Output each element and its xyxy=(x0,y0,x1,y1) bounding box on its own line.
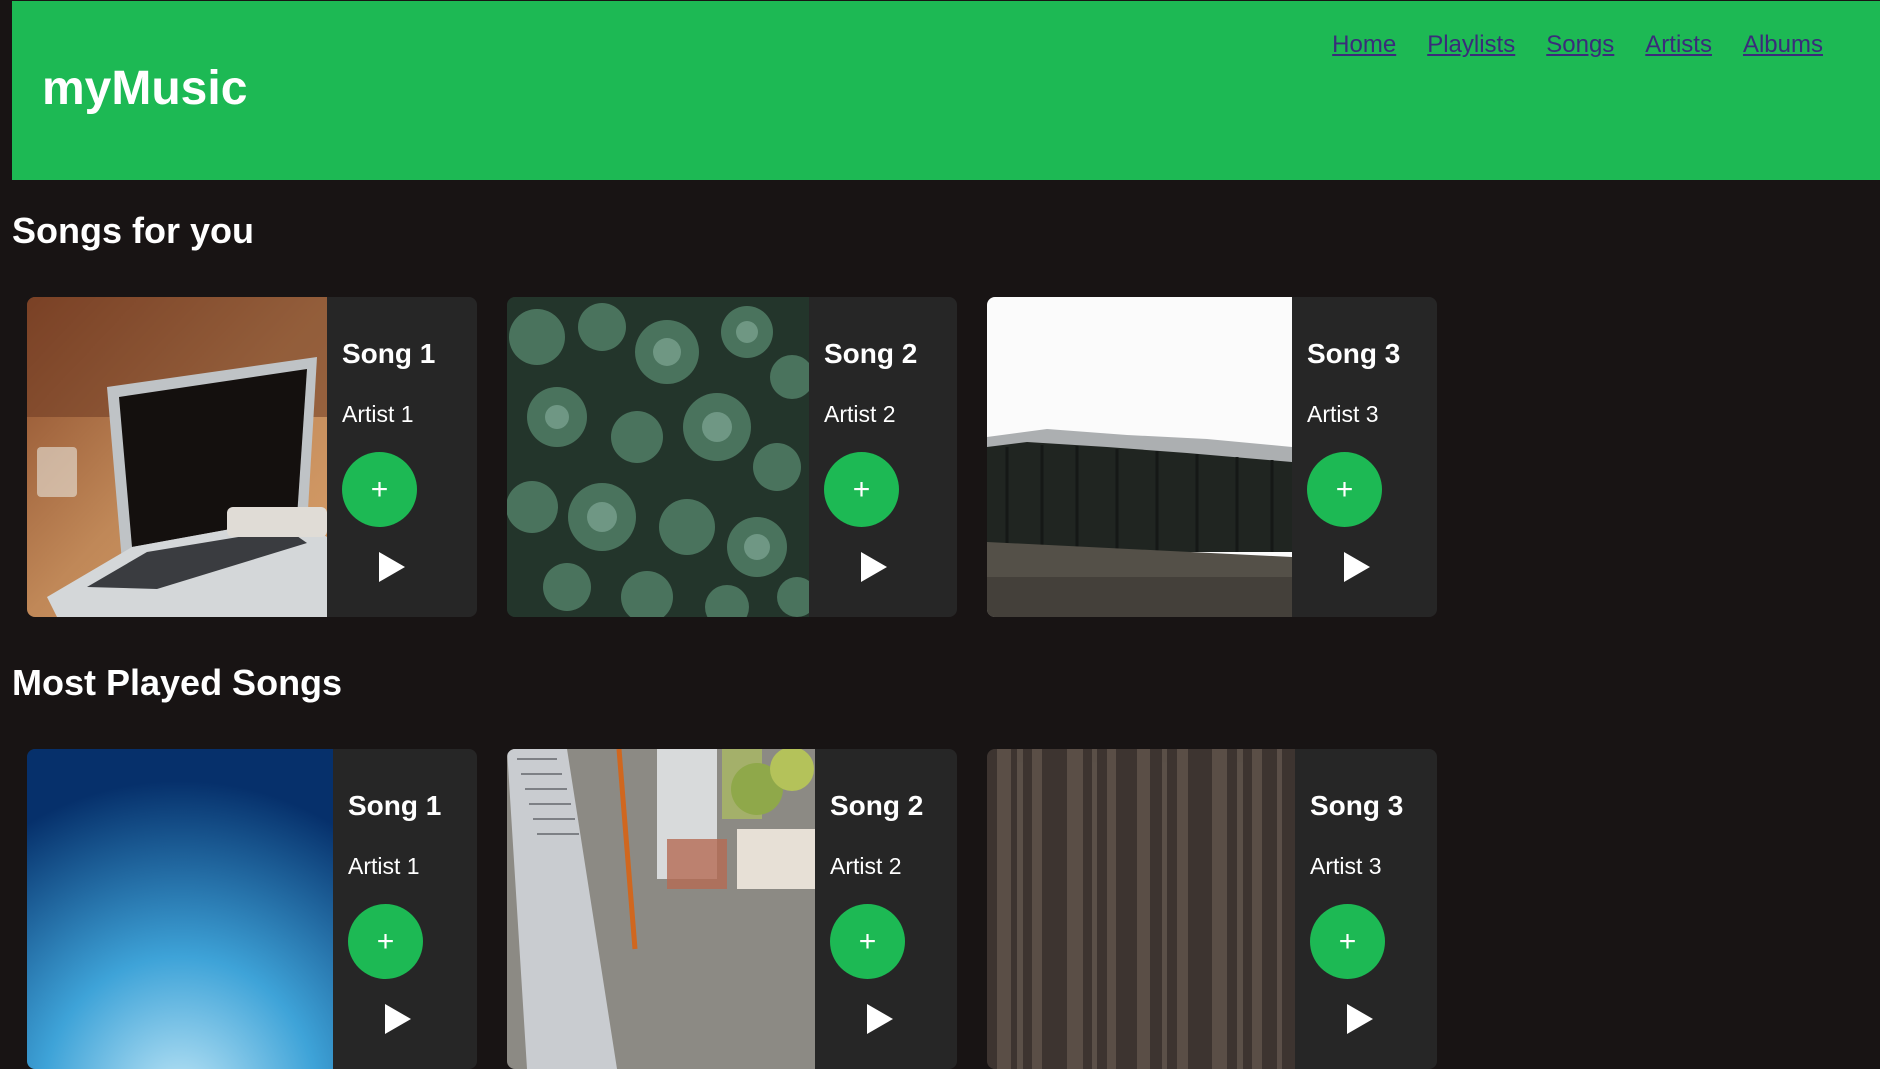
forest-field-image xyxy=(987,297,1292,617)
song-card-info: Song 1 Artist 1 + xyxy=(333,749,477,1069)
song-title: Song 1 xyxy=(342,338,436,369)
nav-link-albums[interactable]: Albums xyxy=(1743,31,1823,59)
add-button[interactable]: + xyxy=(830,904,905,979)
site-header: myMusic Home Playlists Songs Artists Alb… xyxy=(12,1,1880,180)
artist-name: Artist 3 xyxy=(1310,853,1382,879)
song-card[interactable]: Song 1 Artist 1 + xyxy=(27,749,477,1069)
artist-name: Artist 1 xyxy=(348,853,420,879)
song-card-info: Song 2 Artist 2 + xyxy=(809,297,957,617)
song-title: Song 1 xyxy=(348,790,442,821)
song-title: Song 2 xyxy=(830,790,924,821)
laptop-image xyxy=(27,297,327,617)
artist-name: Artist 2 xyxy=(830,853,902,879)
add-button[interactable]: + xyxy=(824,452,899,527)
app-logo[interactable]: myMusic xyxy=(42,61,247,116)
play-icon[interactable] xyxy=(379,552,405,582)
song-card[interactable]: Song 2 Artist 2 + xyxy=(507,749,957,1069)
add-button[interactable]: + xyxy=(342,452,417,527)
song-title: Song 2 xyxy=(824,338,918,369)
nav-link-songs[interactable]: Songs xyxy=(1546,31,1614,59)
blue-sky-image xyxy=(27,749,333,1069)
song-card[interactable]: Song 2 Artist 2 + xyxy=(507,297,957,617)
song-card-info: Song 1 Artist 1 + xyxy=(327,297,477,617)
nav-link-playlists[interactable]: Playlists xyxy=(1427,31,1515,59)
artist-name: Artist 1 xyxy=(342,401,414,427)
artist-name: Artist 2 xyxy=(824,401,896,427)
main-nav: Home Playlists Songs Artists Albums xyxy=(1332,31,1823,59)
play-icon[interactable] xyxy=(1347,1004,1373,1034)
song-card-info: Song 3 Artist 3 + xyxy=(1292,297,1437,617)
play-icon[interactable] xyxy=(1344,552,1370,582)
song-card[interactable]: Song 1 Artist 1 + xyxy=(27,297,477,617)
add-button[interactable]: + xyxy=(1310,904,1385,979)
nav-link-artists[interactable]: Artists xyxy=(1645,31,1712,59)
song-card[interactable]: Song 3 Artist 3 + xyxy=(987,297,1437,617)
play-icon[interactable] xyxy=(867,1004,893,1034)
nav-link-home[interactable]: Home xyxy=(1332,31,1396,59)
song-card-info: Song 2 Artist 2 + xyxy=(815,749,957,1069)
succulent-image xyxy=(507,297,809,617)
artist-name: Artist 3 xyxy=(1307,401,1379,427)
section-title-most-played: Most Played Songs xyxy=(12,662,343,703)
city-buildings-image xyxy=(507,749,815,1069)
song-card[interactable]: Song 3 Artist 3 + xyxy=(987,749,1437,1069)
section-title-songs-for-you: Songs for you xyxy=(12,210,254,251)
page-left-edge xyxy=(0,0,12,881)
song-title: Song 3 xyxy=(1310,790,1404,821)
play-icon[interactable] xyxy=(385,1004,411,1034)
forest-trees-image xyxy=(987,749,1295,1069)
play-icon[interactable] xyxy=(861,552,887,582)
add-button[interactable]: + xyxy=(348,904,423,979)
add-button[interactable]: + xyxy=(1307,452,1382,527)
song-title: Song 3 xyxy=(1307,338,1401,369)
song-card-info: Song 3 Artist 3 + xyxy=(1295,749,1437,1069)
